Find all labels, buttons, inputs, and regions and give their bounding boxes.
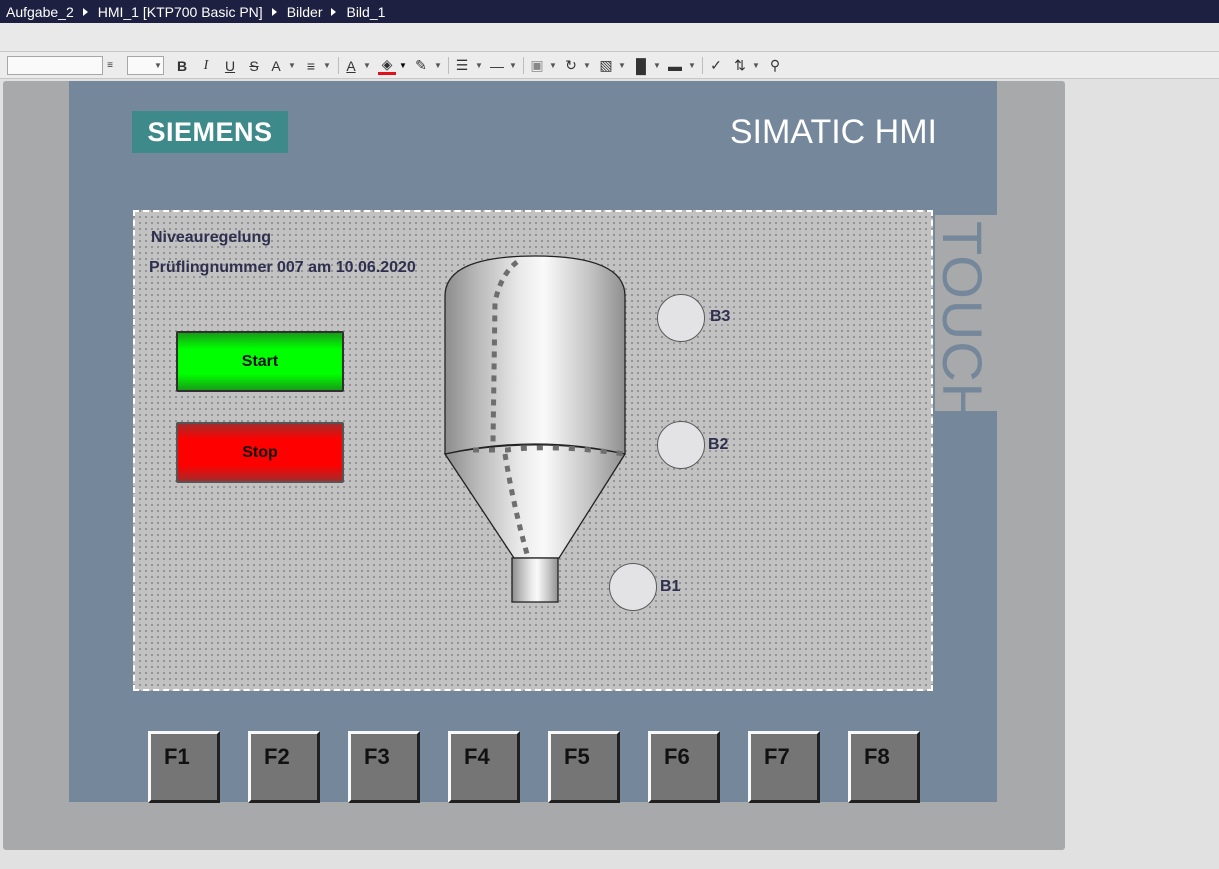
toolbar-separator bbox=[448, 57, 449, 74]
siemens-logo: SIEMENS bbox=[132, 111, 288, 153]
sensor-b1-indicator[interactable] bbox=[609, 563, 657, 611]
rotate-icon[interactable]: ↻ bbox=[562, 56, 580, 75]
simatic-hmi-label: SIMATIC HMI bbox=[729, 113, 937, 151]
dropdown-arrow-icon[interactable]: ▼ bbox=[685, 56, 697, 75]
breadcrumb-item-folder[interactable]: Bilder bbox=[287, 4, 323, 20]
function-key-f5[interactable]: F5 bbox=[548, 731, 620, 803]
zoom-icon[interactable]: ⚲ bbox=[766, 56, 784, 75]
dropdown-arrow-icon[interactable]: ▼ bbox=[546, 56, 558, 75]
dropdown-arrow-icon[interactable]: ▼ bbox=[431, 56, 443, 75]
sensor-b2-label: B2 bbox=[708, 436, 729, 453]
font-color-button[interactable]: A bbox=[343, 56, 359, 75]
font-size-up-button[interactable]: A bbox=[268, 56, 284, 75]
toolbar-separator bbox=[338, 57, 339, 74]
dropdown-arrow-icon[interactable]: ▼ bbox=[650, 56, 662, 75]
touch-label-panel: TOUCH bbox=[931, 215, 997, 424]
format-painter-icon[interactable]: ✓ bbox=[707, 56, 725, 75]
breadcrumb-item-screen[interactable]: Bild_1 bbox=[346, 4, 385, 20]
same-size-icon[interactable]: ▬ bbox=[666, 56, 684, 75]
dropdown-arrow-icon[interactable]: ▼ bbox=[615, 56, 627, 75]
breadcrumb-arrow-icon bbox=[82, 7, 88, 16]
dropdown-arrow-icon[interactable]: ▼ bbox=[360, 56, 372, 75]
format-toolbar: ≡ ▼ B I U S A ▼ ≡ ▼ A ▼ ◈ ▼ ✎ ▼ ☰ ▼ — ▼ … bbox=[0, 52, 1219, 79]
screen-editor-canvas: SIEMENS SIMATIC HMI TOUCH Niveauregelung… bbox=[0, 80, 1219, 869]
hmi-device-frame: SIEMENS SIMATIC HMI TOUCH Niveauregelung… bbox=[3, 81, 1065, 850]
chevron-down-icon[interactable]: ▼ bbox=[150, 56, 164, 75]
fill-color-icon[interactable]: ◈ bbox=[378, 56, 396, 75]
dropdown-arrow-icon[interactable]: ▼ bbox=[320, 56, 332, 75]
breadcrumb-item-device[interactable]: HMI_1 [KTP700 Basic PN] bbox=[98, 4, 263, 20]
sensor-b2-indicator[interactable] bbox=[657, 421, 705, 469]
arrange-icon[interactable]: ▣ bbox=[528, 56, 546, 75]
function-key-f3[interactable]: F3 bbox=[348, 731, 420, 803]
function-key-f4[interactable]: F4 bbox=[448, 731, 520, 803]
function-key-f2[interactable]: F2 bbox=[248, 731, 320, 803]
line-color-icon[interactable]: ✎ bbox=[412, 56, 430, 75]
align-left-icon[interactable]: ≡ bbox=[302, 56, 320, 75]
dropdown-arrow-icon[interactable]: ▼ bbox=[580, 56, 592, 75]
line-width-icon[interactable]: ☰ bbox=[453, 56, 471, 75]
dropdown-arrow-icon[interactable]: ▼ bbox=[285, 56, 297, 75]
breadcrumb-arrow-icon bbox=[271, 7, 277, 16]
font-list-icon[interactable]: ≡ bbox=[103, 56, 117, 75]
align-objects-icon[interactable]: ▧ bbox=[597, 56, 615, 75]
silo-tank-graphic[interactable] bbox=[443, 254, 629, 604]
function-key-f6[interactable]: F6 bbox=[648, 731, 720, 803]
toolbar-separator bbox=[702, 57, 703, 74]
stop-button[interactable]: Stop bbox=[176, 422, 344, 483]
breadcrumb-item-project[interactable]: Aufgabe_2 bbox=[6, 4, 74, 20]
dropdown-arrow-icon[interactable]: ▼ bbox=[472, 56, 484, 75]
function-key-f8[interactable]: F8 bbox=[848, 731, 920, 803]
font-name-input[interactable] bbox=[7, 56, 103, 75]
start-button[interactable]: Start bbox=[176, 331, 344, 392]
hmi-screen[interactable]: Niveauregelung Prüflingnummer 007 am 10.… bbox=[133, 210, 933, 691]
toolbar-separator bbox=[523, 57, 524, 74]
editor-header-strip bbox=[0, 23, 1219, 52]
sensor-b1-label: B1 bbox=[660, 578, 681, 595]
underline-button[interactable]: U bbox=[222, 56, 238, 75]
line-style-icon[interactable]: — bbox=[488, 56, 506, 75]
function-key-f1[interactable]: F1 bbox=[148, 731, 220, 803]
function-key-f7[interactable]: F7 bbox=[748, 731, 820, 803]
distribute-icon[interactable]: █ bbox=[632, 56, 650, 75]
breadcrumb-arrow-icon bbox=[331, 7, 337, 16]
layer-icon[interactable]: ⇅ bbox=[731, 56, 749, 75]
breadcrumb: Aufgabe_2 HMI_1 [KTP700 Basic PN] Bilder… bbox=[0, 0, 1219, 23]
hmi-device-front: SIEMENS SIMATIC HMI TOUCH Niveauregelung… bbox=[69, 81, 997, 803]
bold-button[interactable]: B bbox=[174, 56, 190, 75]
screen-subtitle[interactable]: Prüflingnummer 007 am 10.06.2020 bbox=[149, 259, 416, 277]
italic-button[interactable]: I bbox=[198, 56, 214, 75]
dropdown-arrow-icon[interactable]: ▼ bbox=[506, 56, 518, 75]
dropdown-arrow-icon[interactable]: ▼ bbox=[749, 56, 761, 75]
sensor-b3-indicator[interactable] bbox=[657, 294, 705, 342]
screen-title[interactable]: Niveauregelung bbox=[151, 229, 271, 247]
dropdown-arrow-icon[interactable]: ▼ bbox=[396, 56, 408, 75]
sensor-b3-label: B3 bbox=[710, 308, 731, 325]
touch-label: TOUCH bbox=[931, 221, 994, 425]
strikethrough-button[interactable]: S bbox=[246, 56, 262, 75]
